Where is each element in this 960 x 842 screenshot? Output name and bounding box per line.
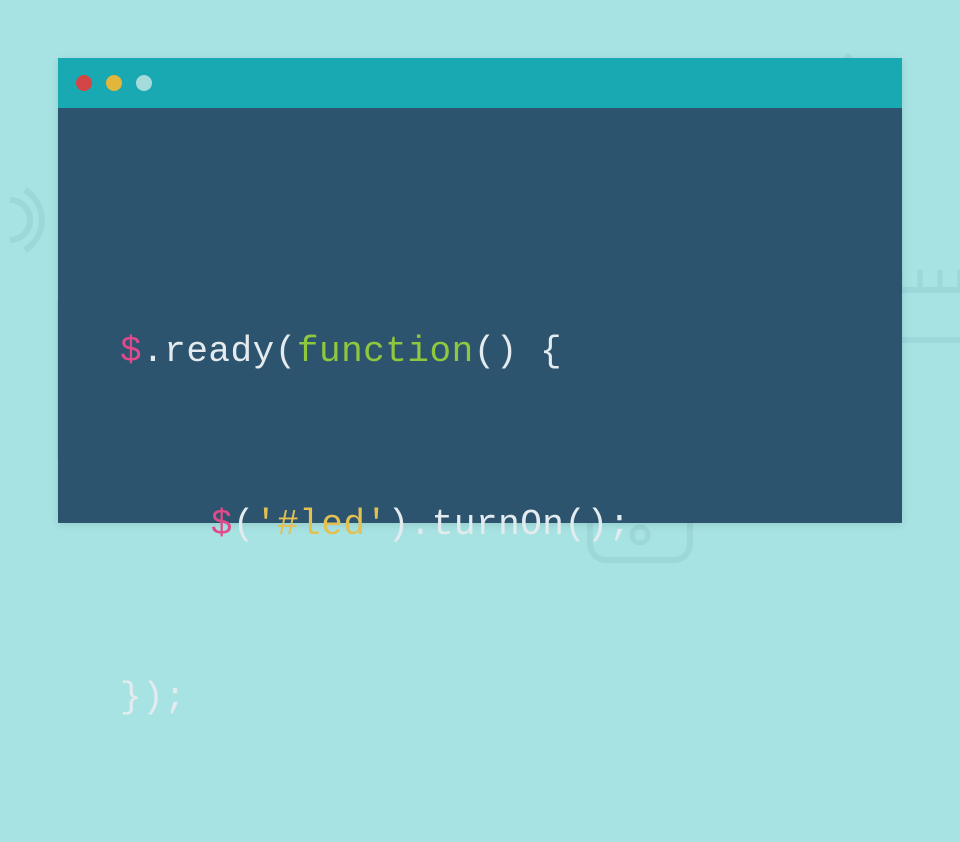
close-button[interactable] <box>76 75 92 91</box>
code-line-1: $.ready(function() { <box>120 323 852 381</box>
call-token: (); <box>564 504 630 545</box>
paren-token: ) <box>388 504 410 545</box>
code-content: $.ready(function() { $('#led').turnOn();… <box>58 108 902 842</box>
paren-token: ( <box>275 331 297 372</box>
window-title-bar <box>58 58 902 108</box>
code-line-3: }); <box>120 669 852 727</box>
close-token: }); <box>120 677 186 718</box>
keyword-token: function <box>297 331 474 372</box>
dot-token: . <box>142 331 164 372</box>
method-token: turnOn <box>432 504 565 545</box>
paren-token: ( <box>233 504 255 545</box>
dollar-token: $ <box>120 331 142 372</box>
minimize-button[interactable] <box>106 75 122 91</box>
method-token: ready <box>164 331 275 372</box>
dot-token: . <box>410 504 432 545</box>
code-line-2: $('#led').turnOn(); <box>120 496 852 554</box>
parens-token: () <box>474 331 518 372</box>
maximize-button[interactable] <box>136 75 152 91</box>
string-token: '#led' <box>255 504 388 545</box>
code-editor-window: $.ready(function() { $('#led').turnOn();… <box>58 58 902 523</box>
brace-token: { <box>518 331 562 372</box>
dollar-token: $ <box>211 504 233 545</box>
